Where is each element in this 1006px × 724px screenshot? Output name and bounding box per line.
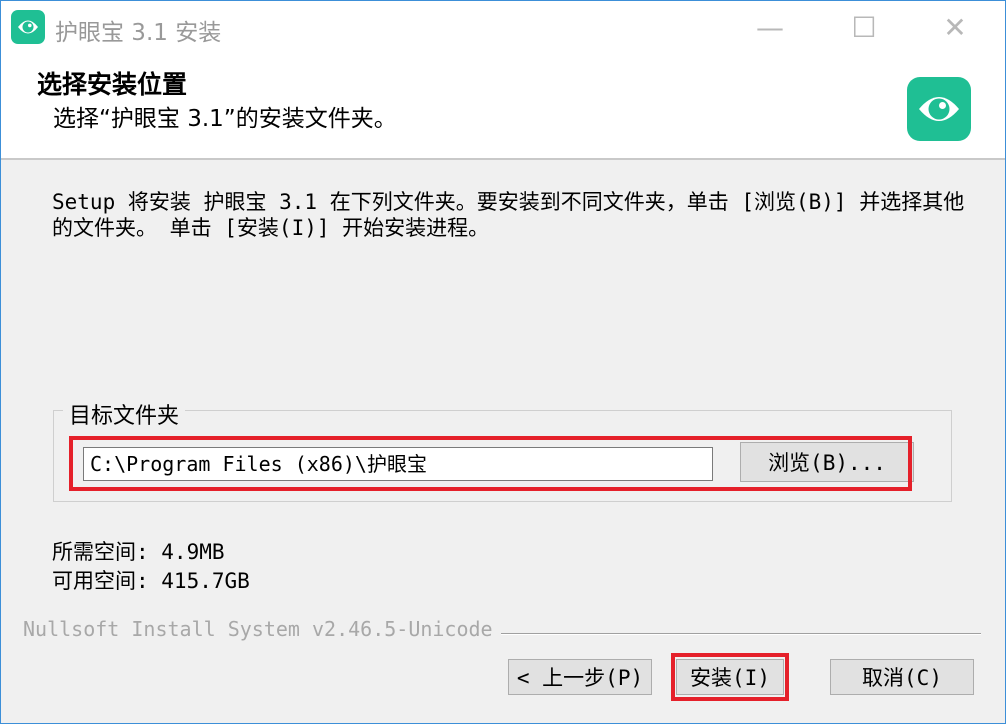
browse-button[interactable]: 浏览(B)...: [740, 442, 914, 482]
footer-separator: [501, 633, 981, 635]
close-button[interactable]: ✕: [932, 1, 978, 53]
app-eye-icon: [11, 10, 45, 44]
title-bar[interactable]: 护眼宝 3.1 安装 — ☐ ✕: [1, 1, 1005, 53]
destination-path-input[interactable]: C:\Program Files (x86)\护眼宝: [83, 447, 713, 481]
header-panel: 选择安装位置 选择“护眼宝 3.1”的安装文件夹。: [1, 53, 1005, 160]
cancel-button[interactable]: 取消(C): [830, 659, 974, 695]
maximize-icon: ☐: [851, 10, 877, 44]
intro-text: Setup 将安装 护眼宝 3.1 在下列文件夹。要安装到不同文件夹，单击 [浏…: [52, 190, 965, 240]
maximize-button[interactable]: ☐: [841, 1, 887, 53]
minimize-button[interactable]: —: [747, 1, 793, 53]
window-title: 护眼宝 3.1 安装: [55, 20, 222, 46]
install-button[interactable]: 安装(I): [676, 659, 784, 695]
space-required: 所需空间: 4.9MB: [52, 540, 225, 564]
eye-icon: [907, 77, 971, 141]
page-title: 选择安装位置: [37, 70, 188, 99]
nsis-branding: Nullsoft Install System v2.46.5-Unicode: [23, 617, 493, 641]
minimize-icon: —: [756, 10, 784, 44]
back-button[interactable]: < 上一步(P): [508, 659, 652, 695]
destination-group-label: 目标文件夹: [63, 398, 186, 430]
page-subtitle: 选择“护眼宝 3.1”的安装文件夹。: [53, 106, 397, 132]
space-available: 可用空间: 415.7GB: [52, 569, 250, 593]
installer-window: 护眼宝 3.1 安装 — ☐ ✕ 选择安装位置 选择“护眼宝 3.1”的安装文件…: [0, 0, 1006, 724]
close-icon: ✕: [943, 10, 967, 44]
